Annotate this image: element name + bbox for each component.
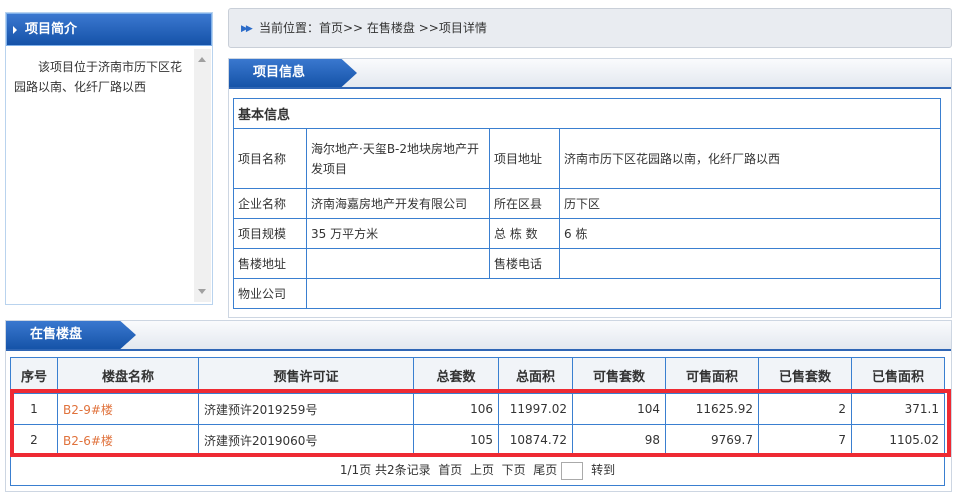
value: 历下区 — [559, 188, 941, 219]
goto-button[interactable]: 转到 — [591, 463, 615, 477]
label: 项目名称 — [233, 128, 307, 189]
basic-info-table: 基本信息 项目名称 海尔地产·天玺B-2地块房地产开发项目 项目地址 济南市历下区花园… — [233, 98, 941, 309]
label: 总 栋 数 — [489, 218, 560, 249]
label: 所在区县 — [489, 188, 560, 219]
label: 售楼地址 — [233, 248, 307, 279]
value — [306, 278, 941, 309]
project-intro-panel: 项目简介 该项目位于济南市历下区花园路以南、化纤厂路以西 — [5, 12, 213, 305]
value: 6 栋 — [559, 218, 941, 249]
next-page-link[interactable]: 下页 — [502, 463, 526, 477]
last-page-link[interactable]: 尾页 — [533, 463, 557, 477]
label: 项目规模 — [233, 218, 307, 249]
value — [306, 248, 490, 279]
prev-page-link[interactable]: 上页 — [470, 463, 494, 477]
scrollbar[interactable] — [194, 49, 211, 302]
double-arrow-icon: ▶▶ — [241, 24, 253, 34]
tab-project-info[interactable]: 项目信息 — [229, 59, 357, 87]
first-page-link[interactable]: 首页 — [438, 463, 462, 477]
scroll-up-icon[interactable] — [198, 57, 206, 62]
intro-header: 项目简介 — [6, 13, 212, 46]
breadcrumb: ▶▶ 当前位置：首页>> 在售楼盘 >>项目详情 — [228, 8, 952, 48]
page-input[interactable] — [561, 461, 584, 480]
intro-title: 项目简介 — [25, 22, 78, 37]
pager-info: 1/1页 共2条记录 — [339, 463, 431, 478]
breadcrumb-text: 当前位置：首页>> 在售楼盘 >>项目详情 — [259, 21, 487, 35]
highlight-box — [10, 389, 951, 457]
label: 售楼电话 — [489, 248, 560, 279]
intro-text: 该项目位于济南市历下区花园路以南、化纤厂路以西 — [14, 60, 183, 94]
label: 企业名称 — [233, 188, 307, 219]
pager: 1/1页 共2条记录 首页 上页 下页 尾页 转到 — [10, 455, 945, 486]
value — [559, 248, 941, 279]
value: 35 万平方米 — [306, 218, 490, 249]
value: 济南市历下区花园路以南，化纤厂路以西 — [559, 128, 941, 189]
scroll-down-icon[interactable] — [198, 289, 206, 294]
arrow-icon — [13, 26, 17, 34]
label: 物业公司 — [233, 278, 307, 309]
tab-on-sale[interactable]: 在售楼盘 — [6, 321, 136, 349]
value: 海尔地产·天玺B-2地块房地产开发项目 — [306, 128, 490, 189]
label: 项目地址 — [489, 128, 560, 189]
value: 济南海嘉房地产开发有限公司 — [306, 188, 490, 219]
section-title: 基本信息 — [233, 98, 941, 129]
